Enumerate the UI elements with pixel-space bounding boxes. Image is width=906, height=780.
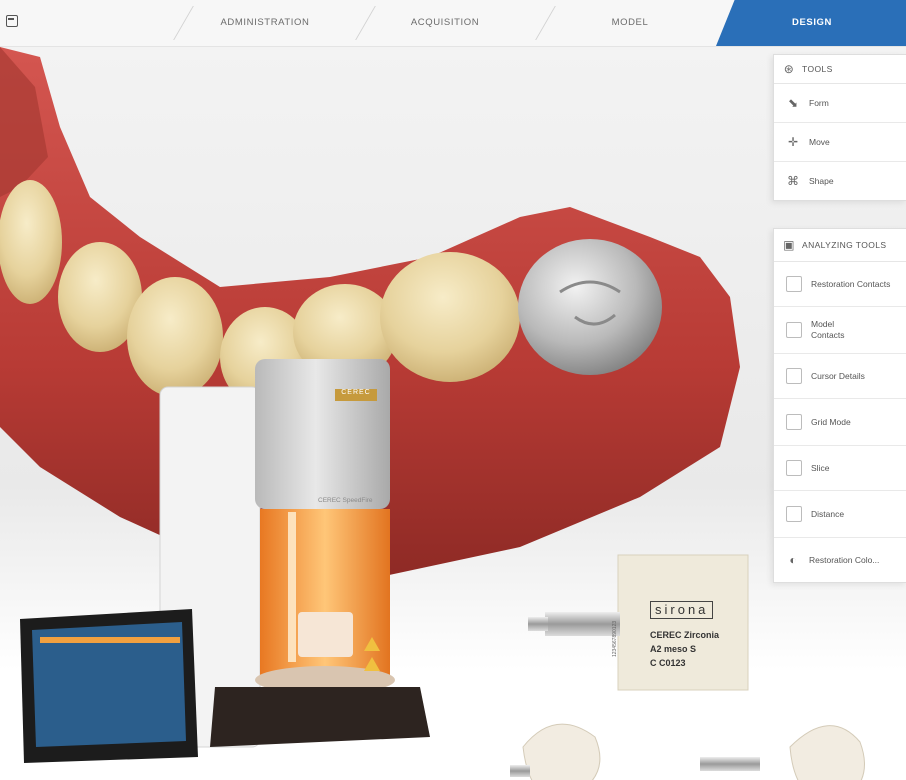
- workflow-bar: ADMINISTRATION ACQUISITION MODEL DESIGN: [0, 0, 906, 47]
- restoration-contacts-label: Restoration Contacts: [811, 279, 891, 289]
- distance-toggle[interactable]: Distance: [774, 491, 906, 538]
- analyzing-panel-header: ▣ ANALYZING TOOLS: [774, 229, 906, 262]
- tools-panel-header: ⊛ TOOLS: [774, 55, 906, 84]
- tool-shape-button[interactable]: ⌘ Shape: [774, 162, 906, 200]
- checkbox[interactable]: [786, 276, 802, 292]
- restoration-contacts-toggle[interactable]: Restoration Contacts: [774, 262, 906, 307]
- restoration-color-button[interactable]: ◐ Restoration Colo...: [774, 538, 906, 582]
- furnace-brand-label: CEREC: [341, 389, 371, 396]
- block-side-code: 1234567890123: [612, 620, 618, 657]
- step-separator: [355, 6, 376, 40]
- cursor-details-label: Cursor Details: [811, 371, 865, 381]
- step-separator: [173, 6, 194, 40]
- checkbox[interactable]: [786, 368, 802, 384]
- grid-mode-toggle[interactable]: Grid Mode: [774, 399, 906, 446]
- slice-toggle[interactable]: Slice: [774, 446, 906, 491]
- tools-icon: ⊛: [783, 62, 795, 76]
- analyzing-tools-panel: ▣ ANALYZING TOOLS Restoration Contacts M…: [773, 228, 906, 583]
- tool-form-label: Form: [809, 98, 829, 108]
- tools-panel-title: TOOLS: [802, 64, 833, 74]
- form-icon: ⬊: [787, 96, 799, 110]
- restoration-color-icon: ◐: [789, 553, 797, 567]
- checkbox[interactable]: [786, 506, 802, 522]
- step-separator: [535, 6, 556, 40]
- block-line-2: A2 meso S: [650, 644, 697, 654]
- restoration-color-label: Restoration Colo...: [809, 555, 880, 565]
- tool-form-button[interactable]: ⬊ Form: [774, 84, 906, 123]
- scene-illustration: [0, 47, 865, 780]
- tool-shape-label: Shape: [809, 176, 834, 186]
- block-brand-label: sirona: [650, 601, 714, 619]
- step-model[interactable]: MODEL: [575, 0, 685, 46]
- analyzing-panel-title: ANALYZING TOOLS: [802, 240, 887, 250]
- model-contacts-label: Model Contacts: [811, 319, 845, 340]
- checkbox[interactable]: [786, 322, 802, 338]
- cursor-details-toggle[interactable]: Cursor Details: [774, 354, 906, 399]
- grid-mode-label: Grid Mode: [811, 417, 851, 427]
- slice-label: Slice: [811, 463, 830, 473]
- checkbox[interactable]: [786, 414, 802, 430]
- shape-icon: ⌘: [787, 174, 799, 188]
- tool-move-button[interactable]: ✛ Move: [774, 123, 906, 162]
- tool-move-label: Move: [809, 137, 830, 147]
- menu-icon[interactable]: [6, 15, 18, 27]
- model-contacts-toggle[interactable]: Model Contacts: [774, 307, 906, 354]
- block-line-3: C C0123: [650, 658, 686, 668]
- move-icon: ✛: [787, 135, 799, 149]
- block-line-1: CEREC Zirconia: [650, 630, 720, 640]
- step-administration[interactable]: ADMINISTRATION: [200, 0, 330, 46]
- furnace-model-label: CEREC SpeedFire: [318, 497, 373, 504]
- distance-label: Distance: [811, 509, 845, 519]
- tools-panel: ⊛ TOOLS ⬊ Form ✛ Move ⌘ Shape: [773, 54, 906, 201]
- step-acquisition[interactable]: ACQUISITION: [385, 0, 505, 46]
- step-design-label[interactable]: DESIGN: [752, 0, 872, 46]
- checkbox[interactable]: [786, 460, 802, 476]
- 3d-viewport[interactable]: CEREC CEREC SpeedFire sirona 12345678901…: [0, 47, 906, 780]
- analyzing-tools-icon: ▣: [783, 238, 795, 252]
